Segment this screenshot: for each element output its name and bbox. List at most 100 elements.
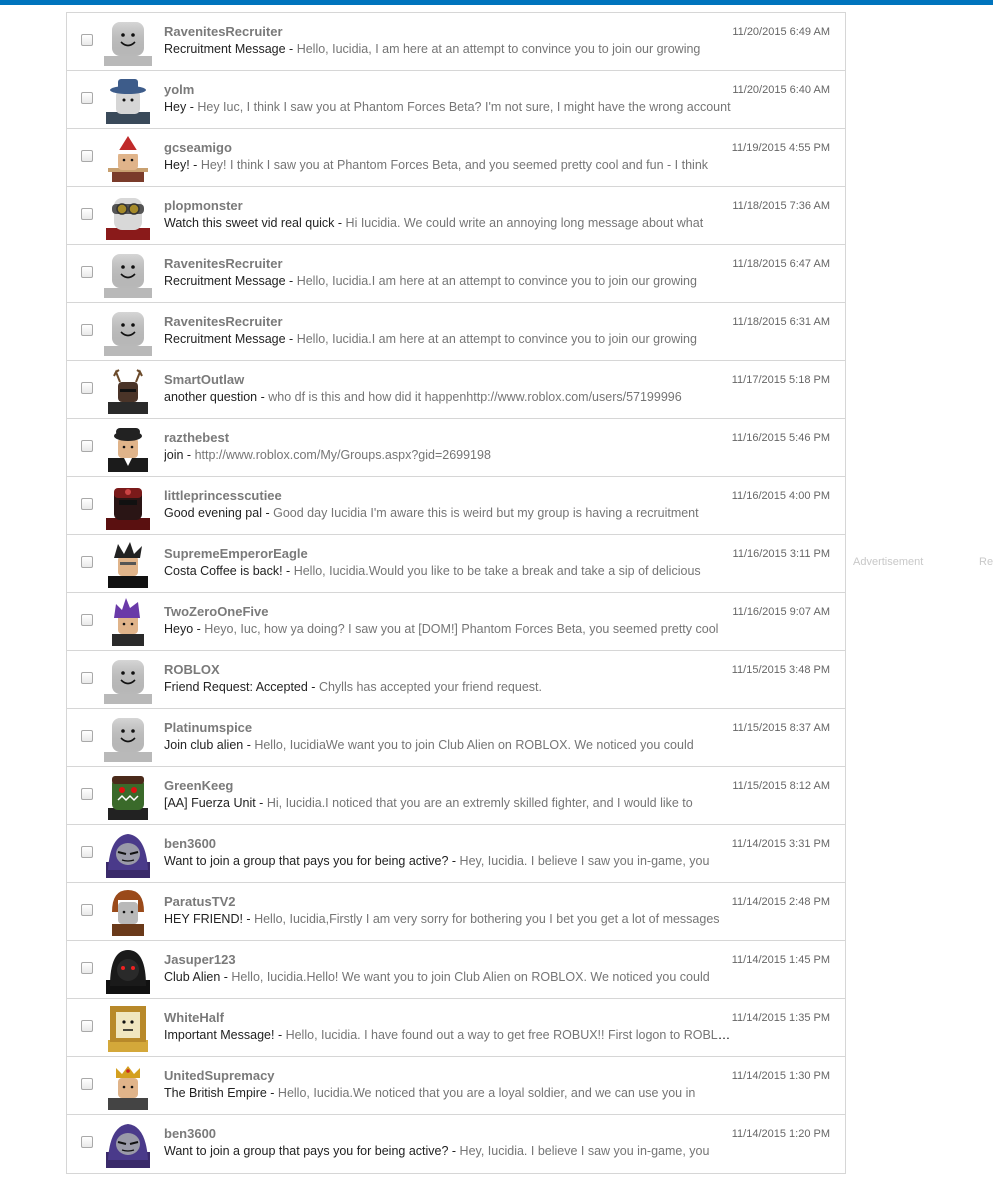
message-preview[interactable]: Hi Iucidia. We could write an annoying l… <box>346 216 704 230</box>
sender-name-link[interactable]: ben3600 <box>164 836 216 851</box>
message-subject[interactable]: Friend Request: Accepted - <box>164 680 319 694</box>
sender-avatar-image[interactable] <box>104 482 152 530</box>
message-select-checkbox[interactable] <box>81 1020 93 1032</box>
sender-avatar-image[interactable] <box>104 888 152 936</box>
message-summary[interactable]: The British Empire - Hello, Iucidia.We n… <box>164 1086 734 1100</box>
message-row[interactable]: razthebest join - http://www.roblox.com/M… <box>67 419 845 477</box>
message-select-checkbox[interactable] <box>81 92 93 104</box>
sender-avatar-image[interactable] <box>104 76 152 124</box>
message-preview[interactable]: Hello, Iucidia,Firstly I am very sorry f… <box>254 912 719 926</box>
message-row[interactable]: ben3600 Want to join a group that pays yo… <box>67 1115 845 1173</box>
sender-name-link[interactable]: Platinumspice <box>164 720 252 735</box>
message-subject[interactable]: Costa Coffee is back! - <box>164 564 294 578</box>
message-select-checkbox[interactable] <box>81 672 93 684</box>
message-summary[interactable]: HEY FRIEND! - Hello, Iucidia,Firstly I a… <box>164 912 734 926</box>
message-select-checkbox[interactable] <box>81 788 93 800</box>
sender-name-link[interactable]: ben3600 <box>164 1126 216 1141</box>
message-select-checkbox[interactable] <box>81 614 93 626</box>
message-row[interactable]: ben3600 Want to join a group that pays yo… <box>67 825 845 883</box>
message-row[interactable]: plopmonster Watch this sweet vid real qui… <box>67 187 845 245</box>
message-preview[interactable]: Heyo, Iuc, how ya doing? I saw you at [D… <box>204 622 718 636</box>
message-preview[interactable]: Hey Iuc, I think I saw you at Phantom Fo… <box>197 100 730 114</box>
message-row[interactable]: yolm Hey - Hey Iuc, I think I saw you at … <box>67 71 845 129</box>
sender-avatar-image[interactable] <box>104 656 152 704</box>
sender-avatar-image[interactable] <box>104 134 152 182</box>
message-summary[interactable]: Important Message! - Hello, Iucidia. I h… <box>164 1028 734 1042</box>
sender-name-link[interactable]: GreenKeeg <box>164 778 233 793</box>
message-select-checkbox[interactable] <box>81 1136 93 1148</box>
message-row[interactable]: RavenitesRecruiter Recruitment Message - … <box>67 13 845 71</box>
sender-name-link[interactable]: SmartOutlaw <box>164 372 244 387</box>
message-subject[interactable]: HEY FRIEND! - <box>164 912 254 926</box>
message-summary[interactable]: [AA] Fuerza Unit - Hi, Iucidia.I noticed… <box>164 796 734 810</box>
message-subject[interactable]: Hey! - <box>164 158 201 172</box>
message-preview[interactable]: who df is this and how did it happenhttp… <box>268 390 681 404</box>
message-subject[interactable]: Heyo - <box>164 622 204 636</box>
message-select-checkbox[interactable] <box>81 324 93 336</box>
message-summary[interactable]: Hey - Hey Iuc, I think I saw you at Phan… <box>164 100 734 114</box>
sender-avatar-image[interactable] <box>104 1004 152 1052</box>
sender-avatar-image[interactable] <box>104 192 152 240</box>
message-subject[interactable]: Watch this sweet vid real quick - <box>164 216 346 230</box>
message-row[interactable]: ROBLOX Friend Request: Accepted - Chylls … <box>67 651 845 709</box>
message-summary[interactable]: Recruitment Message - Hello, Iucidia, I … <box>164 42 734 56</box>
sender-name-link[interactable]: yolm <box>164 82 194 97</box>
sender-avatar-image[interactable] <box>104 540 152 588</box>
message-subject[interactable]: Recruitment Message - <box>164 42 297 56</box>
message-row[interactable]: SupremeEmperorEagle Costa Coffee is back!… <box>67 535 845 593</box>
sender-avatar-image[interactable] <box>104 946 152 994</box>
sender-name-link[interactable]: gcseamigo <box>164 140 232 155</box>
message-select-checkbox[interactable] <box>81 730 93 742</box>
message-row[interactable]: WhiteHalf Important Message! - Hello, Iuc… <box>67 999 845 1057</box>
message-subject[interactable]: Recruitment Message - <box>164 332 297 346</box>
message-preview[interactable]: Good day Iucidia I'm aware this is weird… <box>273 506 699 520</box>
message-preview[interactable]: Hello, Iucidia.I am here at an attempt t… <box>297 274 697 288</box>
message-row[interactable]: TwoZeroOneFive Heyo - Heyo, Iuc, how ya d… <box>67 593 845 651</box>
sender-avatar-image[interactable] <box>104 250 152 298</box>
message-select-checkbox[interactable] <box>81 846 93 858</box>
message-subject[interactable]: join - <box>164 448 195 462</box>
sender-name-link[interactable]: SupremeEmperorEagle <box>164 546 308 561</box>
message-subject[interactable]: Good evening pal - <box>164 506 273 520</box>
sender-name-link[interactable]: razthebest <box>164 430 229 445</box>
message-preview[interactable]: Hey, Iucidia. I believe I saw you in-gam… <box>460 854 710 868</box>
message-select-checkbox[interactable] <box>81 556 93 568</box>
message-summary[interactable]: Want to join a group that pays you for b… <box>164 854 734 868</box>
message-select-checkbox[interactable] <box>81 266 93 278</box>
sender-name-link[interactable]: WhiteHalf <box>164 1010 224 1025</box>
message-row[interactable]: Jasuper123 Club Alien - Hello, Iucidia.He… <box>67 941 845 999</box>
message-subject[interactable]: Join club alien - <box>164 738 254 752</box>
message-preview[interactable]: Hello, IucidiaWe want you to join Club A… <box>254 738 693 752</box>
message-summary[interactable]: Join club alien - Hello, IucidiaWe want … <box>164 738 734 752</box>
message-row[interactable]: UnitedSupremacy The British Empire - Hell… <box>67 1057 845 1115</box>
message-subject[interactable]: another question - <box>164 390 268 404</box>
sender-name-link[interactable]: littleprincesscutiee <box>164 488 282 503</box>
sender-avatar-image[interactable] <box>104 772 152 820</box>
sender-name-link[interactable]: plopmonster <box>164 198 243 213</box>
message-select-checkbox[interactable] <box>81 904 93 916</box>
message-summary[interactable]: Recruitment Message - Hello, Iucidia.I a… <box>164 274 734 288</box>
message-row[interactable]: RavenitesRecruiter Recruitment Message - … <box>67 303 845 361</box>
message-subject[interactable]: The British Empire - <box>164 1086 278 1100</box>
message-subject[interactable]: Hey - <box>164 100 197 114</box>
sender-avatar-image[interactable] <box>104 308 152 356</box>
message-subject[interactable]: [AA] Fuerza Unit - <box>164 796 267 810</box>
message-summary[interactable]: Good evening pal - Good day Iucidia I'm … <box>164 506 734 520</box>
message-summary[interactable]: Hey! - Hey! I think I saw you at Phantom… <box>164 158 734 172</box>
message-select-checkbox[interactable] <box>81 150 93 162</box>
message-select-checkbox[interactable] <box>81 208 93 220</box>
message-row[interactable]: SmartOutlaw another question - who df is … <box>67 361 845 419</box>
message-preview[interactable]: Hello, Iucidia.Hello! We want you to joi… <box>231 970 709 984</box>
sender-avatar-image[interactable] <box>104 830 152 878</box>
message-summary[interactable]: Recruitment Message - Hello, Iucidia.I a… <box>164 332 734 346</box>
sender-avatar-image[interactable] <box>104 366 152 414</box>
message-preview[interactable]: Chylls has accepted your friend request. <box>319 680 542 694</box>
message-preview[interactable]: Hey! I think I saw you at Phantom Forces… <box>201 158 708 172</box>
sender-name-link[interactable]: ROBLOX <box>164 662 220 677</box>
message-select-checkbox[interactable] <box>81 440 93 452</box>
message-row[interactable]: gcseamigo Hey! - Hey! I think I saw you a… <box>67 129 845 187</box>
message-select-checkbox[interactable] <box>81 498 93 510</box>
message-select-checkbox[interactable] <box>81 962 93 974</box>
message-subject[interactable]: Want to join a group that pays you for b… <box>164 1144 460 1158</box>
message-row[interactable]: GreenKeeg [AA] Fuerza Unit - Hi, Iucidia.… <box>67 767 845 825</box>
